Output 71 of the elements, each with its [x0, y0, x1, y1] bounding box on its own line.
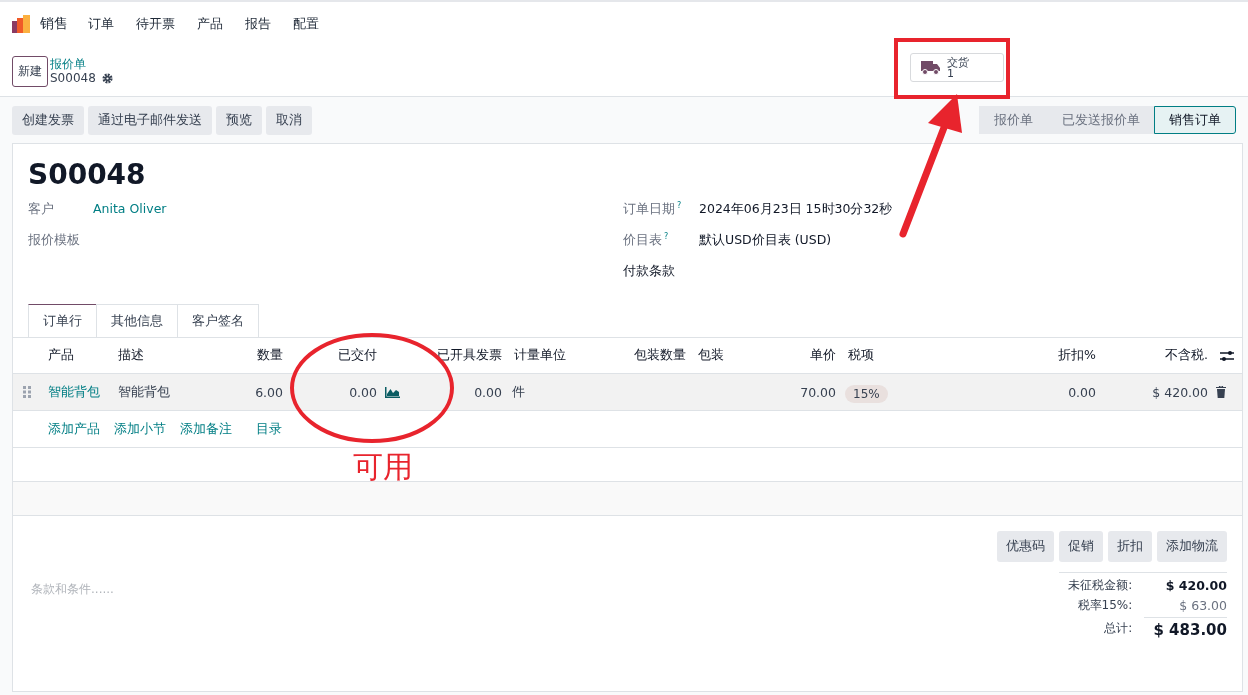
column-header[interactable]: 包装 [690, 347, 760, 364]
total-value: $ 483.00 [1144, 617, 1227, 639]
app-name[interactable]: 销售 [40, 15, 68, 33]
menu-item[interactable]: 订单 [88, 15, 114, 33]
tab[interactable]: 客户签名 [177, 304, 259, 338]
truck-icon [921, 60, 941, 75]
add-line-link[interactable]: 添加小节 [114, 420, 166, 438]
field-label: 报价模板 [28, 232, 81, 249]
menu-item[interactable]: 待开票 [136, 15, 175, 33]
menu-item[interactable]: 报告 [245, 15, 271, 33]
record-title: S00048 [28, 158, 147, 191]
table-cell-text: $ 420.00 [1151, 384, 1209, 400]
settings-icon[interactable] [101, 72, 113, 84]
column-header[interactable]: 不含税. [1100, 347, 1212, 364]
status-stage[interactable]: 已发送报价单 [1047, 106, 1155, 134]
field-label: 订单日期 $^{?}$ [623, 201, 683, 219]
action-button[interactable]: 取消 [266, 105, 312, 135]
total-label: 未征税金额: [1067, 577, 1133, 594]
footer-button[interactable]: 折扣 [1108, 531, 1152, 562]
total-value: $ 420.00 [1164, 578, 1227, 593]
new-button[interactable]: 新建 [12, 55, 48, 87]
table-cell-text: 0.00 [473, 384, 503, 400]
tab[interactable]: 订单行 [28, 304, 97, 338]
app-logo-icon[interactable] [12, 15, 32, 33]
column-header[interactable]: 单价 [760, 347, 840, 364]
field-label: 价目表 $^{?}$ [623, 232, 670, 250]
footer-button[interactable]: 添加物流 [1157, 531, 1227, 562]
field-value[interactable]: 2024年06月23日 15时30分32秒 [699, 201, 893, 218]
delivery-stat-button[interactable]: 交货 1 [910, 53, 1004, 82]
product-link[interactable]: 智能背包 [40, 383, 110, 401]
breadcrumb-link[interactable]: 报价单 [50, 57, 113, 71]
annotation-text: 可用 [353, 448, 413, 486]
add-line-link[interactable]: 目录 [256, 420, 282, 438]
total-value: $ 63.00 [1178, 598, 1227, 613]
add-line-link[interactable]: 添加备注 [180, 420, 232, 438]
record-name: S00048 [50, 71, 96, 85]
menu-item[interactable]: 产品 [197, 15, 223, 33]
total-label: 税率15%: [1076, 597, 1133, 614]
column-header[interactable]: 折扣% [1000, 347, 1100, 364]
table-cell: 0.00 [349, 384, 377, 400]
customer-link[interactable]: Anita Oliver [93, 201, 167, 216]
tax-tag: 15% [845, 384, 888, 403]
field-value[interactable]: 默认USD价目表 (USD) [699, 232, 832, 249]
menu-item[interactable]: 配置 [293, 15, 319, 33]
trash-icon[interactable] [1216, 386, 1226, 398]
table-cell-text: 件 [511, 383, 526, 401]
footer-button[interactable]: 优惠码 [997, 531, 1054, 562]
column-header[interactable]: 描述 [110, 347, 200, 364]
column-header[interactable]: 税项 [840, 347, 1000, 364]
action-button[interactable]: 通过电子邮件发送 [88, 105, 212, 135]
action-button[interactable]: 预览 [216, 105, 262, 135]
column-header[interactable]: 数量 [200, 347, 287, 364]
column-header[interactable]: 已交付 [287, 347, 410, 364]
footer-button[interactable]: 促销 [1059, 531, 1103, 562]
table-cell-text: 6.00 [254, 384, 284, 400]
area-chart-icon[interactable] [385, 386, 400, 398]
table-cell-text: 智能背包 [117, 383, 171, 401]
column-header[interactable]: 计量单位 [506, 347, 600, 364]
table-cell-text: 0.00 [1067, 384, 1097, 400]
table-cell-text: 70.00 [799, 384, 837, 400]
action-button[interactable]: 创建发票 [12, 105, 84, 135]
column-settings-icon[interactable] [1220, 349, 1234, 362]
status-stage[interactable]: 报价单 [979, 106, 1048, 134]
column-header[interactable]: 产品 [40, 347, 110, 364]
status-stage[interactable]: 销售订单 [1154, 106, 1236, 134]
drag-handle-icon[interactable] [22, 386, 31, 398]
add-line-link[interactable]: 添加产品 [48, 420, 100, 438]
column-header[interactable]: 包装数量 [600, 347, 690, 364]
field-label: 客户 [28, 201, 55, 218]
field-label: 付款条款 [623, 263, 676, 280]
total-label: 总计: [1103, 619, 1133, 637]
